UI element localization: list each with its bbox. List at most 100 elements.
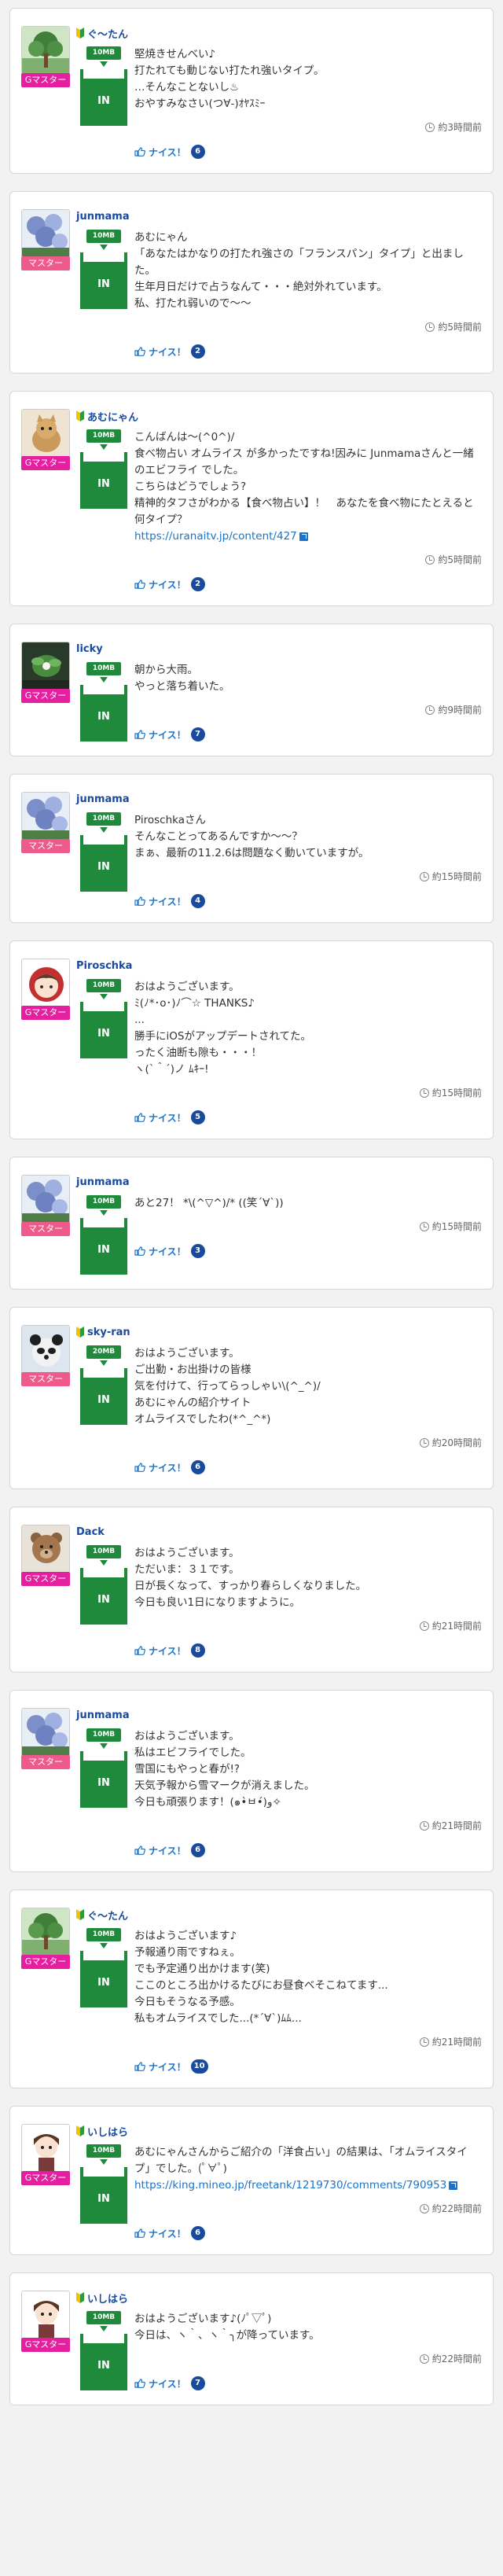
user-name-row[interactable]: junmama [76,1175,482,1189]
nice-button[interactable]: ナイス！ [134,2227,186,2240]
post-text: おはようございます。 ﾐ(ﾉ*･o･)ﾉ⌒☆ THANKS♪... 勝手にiOSがア… [134,979,482,1078]
tank-label: IN [83,2343,124,2387]
nice-count[interactable]: 8 [190,1643,205,1658]
nice-button[interactable]: ナイス！ [134,345,186,359]
nice-button[interactable]: ナイス！ [134,2377,186,2390]
user-name-row[interactable]: あむにゃん [76,409,482,424]
user-name[interactable]: あむにゃん [87,409,138,424]
clock-icon [419,1437,429,1448]
user-name[interactable]: junmama [76,1709,130,1721]
user-name-row[interactable]: ぐ〜たん [76,1908,482,1923]
post-text: Piroschkaさん そんなことってあるんですか〜〜？ まぁ、最新の11.2.6は… [134,812,482,862]
beginner-mark-icon [76,410,84,421]
capacity-amount: 10MB [86,1195,121,1209]
nice-count[interactable]: 6 [190,1460,205,1474]
post-text-line: おはようございます。 [134,1547,240,1559]
avatar-anime[interactable] [21,2291,70,2339]
avatar-cat[interactable] [21,409,70,458]
avatar-flowers[interactable] [21,792,70,841]
user-name[interactable]: ぐ〜たん [87,1908,128,1923]
user-name[interactable]: ぐ〜たん [87,26,128,41]
nice-count[interactable]: 6 [190,1843,205,1857]
post-time: 約21時間前 [134,2035,482,2048]
nice-button[interactable]: ナイス！ [134,1461,186,1474]
arrow-down-icon [100,444,108,450]
nice-count[interactable]: 10 [190,2059,208,2074]
avatar-flowers[interactable] [21,1708,70,1757]
nice-count[interactable]: 2 [190,344,205,359]
user-name-row[interactable]: junmama [76,1708,482,1722]
user-name[interactable]: Dack [76,1526,105,1538]
external-link[interactable]: https://uranaitv.jp/content/427 [134,530,297,543]
post-text-line: ただいま：３１です。 [134,1563,240,1576]
role-badge: Gマスター [21,689,70,703]
nice-button[interactable]: ナイス！ [134,578,186,591]
avatar-tree[interactable] [21,26,70,75]
nice-button[interactable]: ナイス！ [134,895,186,908]
nice-count[interactable]: 6 [190,145,205,159]
nice-button[interactable]: ナイス！ [134,145,186,159]
tank-label: IN [83,694,124,738]
post-card: Gマスター ぐ〜たん 10MB IN おはようございます♪ 予報通り雨ですねぇ。… [9,1890,494,2088]
user-name-row[interactable]: Dack [76,1525,482,1539]
nice-button[interactable]: ナイス！ [134,1111,186,1124]
post-text: あむにゃんさんからご紹介の「洋食占い」の結果は、「オムライスタイプ」でした。(ﾟ… [134,2144,482,2194]
user-name-row[interactable]: junmama [76,209,482,223]
post-time: 約20時間前 [134,1436,482,1449]
user-name[interactable]: junmama [76,211,130,223]
post-time: 約5時間前 [134,553,482,566]
nice-count[interactable]: 7 [190,727,205,742]
post-text-line: ここのところ出かけるたびにお昼食べそこねてます... [134,1979,388,1992]
capacity-amount: 10MB [86,662,121,675]
nice-count[interactable]: 2 [190,577,205,591]
nice-button[interactable]: ナイス！ [134,728,186,742]
user-name-row[interactable]: licky [76,642,482,656]
post-time: 約5時間前 [134,320,482,333]
nice-button[interactable]: ナイス！ [134,1844,186,1857]
avatar-tree[interactable] [21,1908,70,1956]
user-name[interactable]: junmama [76,793,130,805]
nice-count[interactable]: 6 [190,2226,205,2240]
post-time: 約3時間前 [134,120,482,134]
capacity-indicator: 10MB IN [76,2311,131,2390]
nice-button[interactable]: ナイス！ [134,1245,186,1258]
user-name-row[interactable]: いしはら [76,2124,482,2139]
nice-count[interactable]: 4 [190,894,205,908]
user-name[interactable]: いしはら [87,2291,128,2306]
user-name-row[interactable]: Piroschka [76,959,482,973]
external-link-icon[interactable] [299,532,308,541]
avatar-flowers[interactable] [21,1175,70,1224]
avatar-flowers[interactable] [21,209,70,258]
thumbs-up-icon [134,1846,145,1855]
nice-label: ナイス！ [149,2378,186,2390]
user-name-row[interactable]: いしはら [76,2291,482,2306]
avatar-anime[interactable] [21,2124,70,2173]
user-name-row[interactable]: sky-ran [76,1325,482,1339]
user-name-row[interactable]: ぐ〜たん [76,26,482,41]
nice-count[interactable]: 7 [190,2376,205,2390]
avatar-plant[interactable] [21,642,70,690]
user-name[interactable]: licky [76,643,103,655]
external-link-icon[interactable] [449,2180,458,2190]
user-name-row[interactable]: junmama [76,792,482,806]
avatar-teddy[interactable] [21,1525,70,1573]
nice-count[interactable]: 5 [190,1110,205,1124]
post-time: 約21時間前 [134,1619,482,1632]
avatar-bear[interactable] [21,1325,70,1374]
avatar-girl[interactable] [21,959,70,1007]
user-name[interactable]: sky-ran [87,1327,130,1338]
nice-label: ナイス！ [149,1462,186,1474]
tank-box: IN [80,835,127,892]
time-text: 約21時間前 [431,2037,482,2048]
tank-label: IN [83,1378,124,1422]
post-text-line: ご出勤・お出掛けの皆様 [134,1363,252,1376]
user-name[interactable]: Piroschka [76,960,132,972]
nice-count[interactable]: 3 [190,1244,205,1258]
nice-button[interactable]: ナイス！ [134,2060,186,2074]
nice-button[interactable]: ナイス！ [134,1644,186,1658]
user-name[interactable]: いしはら [87,2124,128,2139]
post-text: 朝から大雨。 やっと落ち着いた。 [134,662,482,695]
user-name[interactable]: junmama [76,1176,130,1188]
capacity-indicator: 10MB IN [76,230,131,359]
external-link[interactable]: https://king.mineo.jp/freetank/1219730/c… [134,2179,446,2191]
